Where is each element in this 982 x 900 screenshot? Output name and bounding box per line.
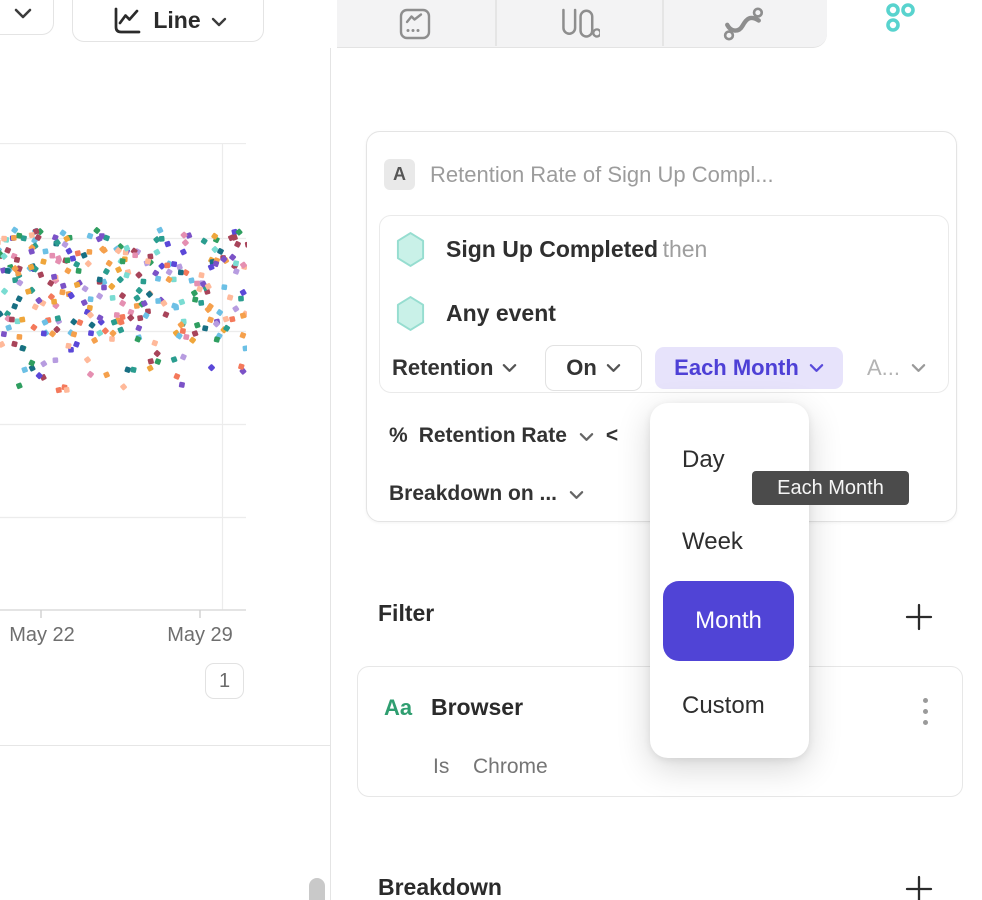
chevron-down-icon <box>809 363 824 373</box>
x-axis-label: May 29 <box>167 624 233 647</box>
interval-dropdown-menu: Day Week Month Custom <box>650 403 809 758</box>
add-breakdown-button[interactable] <box>903 873 935 900</box>
chart-type-line-button[interactable]: Line <box>72 0 264 42</box>
menu-item-month-selected[interactable]: Month <box>663 581 794 661</box>
measure-dropdown[interactable]: Retention <box>392 345 517 390</box>
truncated-dropdown[interactable]: A... <box>867 345 926 391</box>
measure-label: Retention <box>392 355 493 381</box>
chart-card-bottom-border <box>0 745 330 746</box>
filter-property[interactable]: Browser <box>431 694 523 721</box>
event-name[interactable]: Any event <box>446 300 556 327</box>
event-row[interactable]: Sign Up Completed then <box>395 231 707 268</box>
event-suffix: then <box>663 236 708 262</box>
dots-properties-icon <box>884 2 916 34</box>
chart-frame-icon <box>397 6 433 42</box>
chevron-down-icon <box>14 8 32 19</box>
filter-operator[interactable]: Is <box>433 755 449 779</box>
pagination-button[interactable]: 1 <box>205 663 244 699</box>
comparator-text: < <box>606 424 618 448</box>
retention-scatter-plot <box>0 143 247 621</box>
tooltip: Each Month <box>752 471 909 505</box>
on-label: On <box>566 355 597 381</box>
scatter-points <box>0 226 247 393</box>
menu-item-day[interactable]: Day <box>682 446 725 474</box>
breakdown-on-dropdown[interactable]: Breakdown on ... <box>389 479 584 509</box>
percent-icon: % <box>389 424 408 448</box>
chevron-down-icon <box>569 490 584 500</box>
chevron-down-icon <box>211 17 227 27</box>
line-chart-icon <box>109 5 143 36</box>
axis-ticks <box>41 610 200 618</box>
pane-divider <box>330 48 331 900</box>
scrollbar-thumb[interactable] <box>309 878 325 900</box>
hexagon-event-icon <box>395 231 426 268</box>
breakdown-on-label: Breakdown on ... <box>389 482 557 506</box>
chevron-down-icon <box>911 363 926 373</box>
chevron-down-icon <box>606 363 621 373</box>
plus-icon <box>903 601 935 633</box>
collapsed-toolbar-button[interactable] <box>0 0 54 35</box>
query-label-badge: A <box>384 159 415 190</box>
chart-pane: Line May 22 May 29 1 <box>0 0 330 900</box>
on-dropdown-button[interactable]: On <box>545 345 642 391</box>
menu-item-custom[interactable]: Custom <box>682 692 765 720</box>
chevron-down-icon <box>579 432 594 442</box>
filter-section-heading: Filter <box>378 600 434 627</box>
event-name[interactable]: Sign Up Completed <box>446 236 658 262</box>
kebab-menu-icon[interactable] <box>921 696 930 727</box>
string-type-icon: Aa <box>384 695 412 721</box>
truncated-label: A... <box>867 355 900 381</box>
x-axis-label: May 22 <box>9 624 75 647</box>
filter-value[interactable]: Chrome <box>473 755 548 779</box>
chevron-down-icon <box>502 363 517 373</box>
interval-label: Each Month <box>674 355 799 381</box>
metric-label: Retention Rate <box>419 424 567 448</box>
event-row[interactable]: Any event <box>395 295 556 332</box>
metric-dropdown[interactable]: % Retention Rate < <box>389 421 618 451</box>
query-title-input[interactable]: Retention Rate of Sign Up Compl... <box>430 159 774 190</box>
app-window: Line May 22 May 29 1 <box>0 0 982 900</box>
hexagon-event-icon <box>395 295 426 332</box>
flow-squiggle-icon <box>722 6 764 42</box>
interval-dropdown-button[interactable]: Each Month <box>655 347 843 389</box>
chart-type-label: Line <box>153 7 200 34</box>
add-filter-button[interactable] <box>903 601 935 633</box>
event-block: Sign Up Completed then Any event Retenti… <box>379 215 949 393</box>
plus-icon <box>903 873 935 900</box>
breakdown-section-heading: Breakdown <box>378 874 502 900</box>
menu-item-week[interactable]: Week <box>682 528 743 556</box>
bar-columns-icon <box>558 6 600 42</box>
